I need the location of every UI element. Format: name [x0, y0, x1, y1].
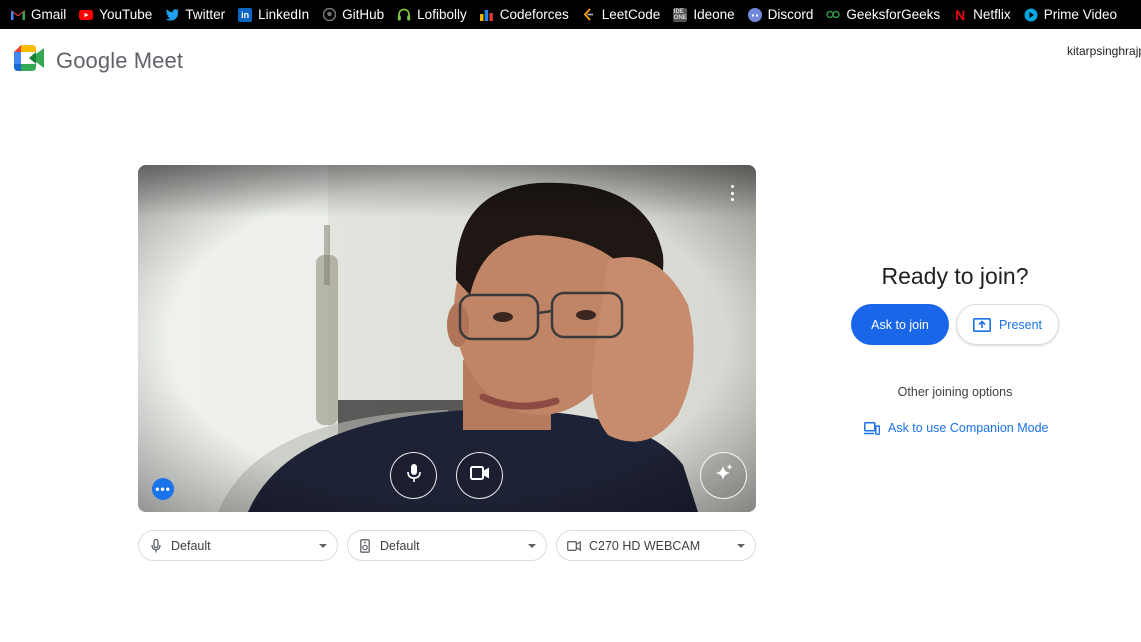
codeforces-icon: [480, 8, 494, 22]
bookmark-label: Lofibolly: [417, 7, 467, 22]
companion-mode-link[interactable]: Ask to use Companion Mode: [864, 421, 1049, 435]
camera-select-value: C270 HD WEBCAM: [589, 538, 701, 553]
bookmark-label: Ideone: [693, 7, 735, 22]
ask-to-join-button[interactable]: Ask to join: [851, 304, 949, 345]
account-email: kitarpsinghrajp: [1067, 44, 1141, 58]
google-meet-logo[interactable]: Google Meet: [14, 45, 183, 76]
present-to-all-icon: [972, 317, 991, 332]
visual-effects-button[interactable]: [700, 452, 747, 499]
youtube-icon: [79, 8, 94, 22]
linkedin-icon: in: [238, 7, 253, 22]
bookmark-github[interactable]: GitHub: [322, 7, 384, 22]
bookmark-label: YouTube: [99, 7, 153, 22]
bookmark-label: GeeksforGeeks: [846, 7, 941, 22]
bookmark-label: GitHub: [342, 7, 385, 22]
headphones-icon: [397, 8, 411, 22]
companion-mode-label: Ask to use Companion Mode: [888, 421, 1049, 435]
meet-logo-icon: [14, 45, 45, 76]
mic-icon: [406, 463, 422, 488]
bookmark-label: Discord: [767, 7, 814, 22]
bookmark-prime-video[interactable]: Prime Video: [1024, 7, 1117, 22]
other-joining-options-label: Other joining options: [897, 385, 1013, 399]
bookmark-leetcode[interactable]: LeetCode: [582, 7, 661, 22]
github-icon: [322, 8, 336, 22]
gmail-icon: [11, 8, 25, 22]
bookmark-ideone[interactable]: IDE ONE Ideone: [673, 7, 735, 22]
bookmark-linkedin[interactable]: in LinkedIn: [238, 7, 309, 22]
bookmark-label: Prime Video: [1043, 7, 1117, 22]
chevron-down-icon: [528, 544, 536, 548]
sparkle-icon: [714, 463, 734, 488]
leetcode-icon: [582, 8, 596, 22]
bookmark-discord[interactable]: Discord: [747, 7, 814, 22]
chevron-down-icon: [737, 544, 745, 548]
videocam-icon: [469, 466, 490, 485]
microphone-select[interactable]: Default: [138, 530, 338, 561]
bookmark-lofibolly[interactable]: Lofibolly: [397, 7, 467, 22]
camera-select[interactable]: C270 HD WEBCAM: [556, 530, 756, 561]
bookmarks-bar: Gmail YouTube Twitter in LinkedIn GitHub…: [0, 0, 1141, 29]
mic-toggle-button[interactable]: [390, 452, 437, 499]
discord-icon: [747, 7, 762, 22]
ideone-icon: IDE ONE: [673, 7, 688, 22]
bookmark-label: Codeforces: [499, 7, 569, 22]
bookmark-youtube[interactable]: YouTube: [79, 7, 152, 22]
bookmark-geeksforgeeks[interactable]: GeeksforGeeks: [826, 7, 940, 22]
videocam-icon: [567, 539, 581, 553]
speaker-select-value: Default: [380, 538, 420, 553]
video-preview: •••: [138, 165, 756, 512]
bookmark-netflix[interactable]: N Netflix: [953, 6, 1011, 23]
bookmark-label: Netflix: [973, 7, 1011, 22]
app-name: Google Meet: [56, 47, 184, 73]
bookmark-label: LeetCode: [601, 7, 661, 22]
bookmark-label: Gmail: [31, 7, 67, 22]
self-view-image: [138, 165, 756, 512]
present-label: Present: [998, 317, 1043, 332]
ready-to-join-heading: Ready to join?: [881, 263, 1029, 289]
chevron-down-icon: [319, 544, 327, 548]
geeksforgeeks-icon: [826, 8, 841, 22]
speaker-select[interactable]: Default: [347, 530, 547, 561]
speaker-icon: [358, 538, 372, 553]
bookmark-gmail[interactable]: Gmail: [11, 7, 66, 22]
bookmark-codeforces[interactable]: Codeforces: [480, 7, 569, 22]
more-vert-icon[interactable]: [726, 183, 738, 203]
more-horiz-icon[interactable]: •••: [152, 478, 174, 500]
netflix-icon: N: [955, 6, 966, 23]
microphone-select-value: Default: [171, 538, 211, 553]
bookmark-label: LinkedIn: [258, 7, 310, 22]
mic-icon: [149, 538, 163, 553]
present-button[interactable]: Present: [956, 304, 1059, 345]
twitter-icon: [165, 8, 180, 22]
prime-video-icon: [1024, 8, 1038, 22]
bookmark-label: Twitter: [185, 7, 226, 22]
camera-toggle-button[interactable]: [456, 452, 503, 499]
devices-icon: [864, 421, 880, 435]
bookmark-twitter[interactable]: Twitter: [165, 7, 225, 22]
